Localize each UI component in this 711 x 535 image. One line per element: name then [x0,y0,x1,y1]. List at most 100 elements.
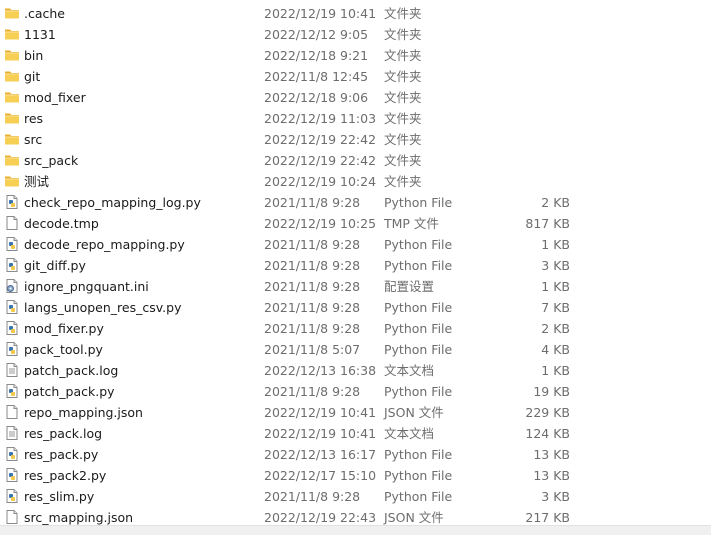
file-type: 文件夹 [384,69,422,84]
blank-file-icon [4,404,20,420]
file-type: Python File [384,489,453,504]
file-name: decode.tmp [24,216,99,231]
file-name: src_pack [24,153,79,168]
file-name: patch_pack.log [24,363,119,378]
file-date-modified: 2021/11/8 5:07 [264,342,361,357]
file-name: res [24,111,44,126]
file-date-modified: 2022/12/19 10:24 [264,174,377,189]
horizontal-scrollbar[interactable] [0,525,711,535]
file-row[interactable]: ignore_pngquant.ini 2021/11/8 9:28 配置设置 1 K… [0,276,711,297]
folder-icon [4,131,20,147]
file-name: res_pack.log [24,426,103,441]
file-row[interactable]: src_pack 2022/12/19 22:42 文件夹 [0,150,711,171]
python-file-icon [4,446,20,462]
file-date-modified: 2021/11/8 9:28 [264,237,361,252]
file-size: 3 KB [541,258,570,273]
file-row[interactable]: res_pack.log 2022/12/19 10:41 文本文档 124 KB [0,423,711,444]
file-date-modified: 2022/12/19 22:42 [264,153,377,168]
file-name: pack_tool.py [24,342,103,357]
file-date-modified: 2021/11/8 9:28 [264,300,361,315]
file-date-modified: 2021/11/8 9:28 [264,321,361,336]
file-name: langs_unopen_res_csv.py [24,300,182,315]
file-size: 3 KB [541,489,570,504]
file-row[interactable]: mod_fixer 2022/12/18 9:06 文件夹 [0,87,711,108]
file-row[interactable]: decode_repo_mapping.py 2021/11/8 9:28 Pyth… [0,234,711,255]
file-size: 1 KB [541,237,570,252]
file-name: res_pack2.py [24,468,107,483]
file-type: Python File [384,321,453,336]
file-date-modified: 2022/12/19 10:41 [264,426,377,441]
file-date-modified: 2021/11/8 9:28 [264,384,361,399]
file-date-modified: 2021/11/8 9:28 [264,258,361,273]
file-type: Python File [384,447,453,462]
file-size: 1 KB [541,279,570,294]
file-date-modified: 2021/11/8 9:28 [264,489,361,504]
folder-icon [4,110,20,126]
file-name: patch_pack.py [24,384,115,399]
file-size: 13 KB [533,447,570,462]
file-row[interactable]: decode.tmp 2022/12/19 10:25 TMP 文件 817 KB [0,213,711,234]
file-row[interactable]: res_slim.py 2021/11/8 9:28 Python File 3 KB [0,486,711,507]
file-row[interactable]: langs_unopen_res_csv.py 2021/11/8 9:28 Pyt… [0,297,711,318]
python-file-icon [4,236,20,252]
file-row[interactable]: patch_pack.log 2022/12/13 16:38 文本文档 1 KB [0,360,711,381]
file-list: .cache 2022/12/19 10:41 文件夹 1131 2022/12/12 … [0,3,711,525]
file-name: 1131 [24,27,56,42]
file-name: decode_repo_mapping.py [24,237,185,252]
file-size: 2 KB [541,195,570,210]
folder-icon [4,89,20,105]
file-type: 文件夹 [384,48,422,63]
python-file-icon [4,467,20,483]
file-row[interactable]: repo_mapping.json 2022/12/19 10:41 JSON 文件… [0,402,711,423]
file-date-modified: 2021/11/8 9:28 [264,195,361,210]
file-type: 文件夹 [384,27,422,42]
python-file-icon [4,299,20,315]
file-date-modified: 2022/12/12 9:05 [264,27,369,42]
file-type: Python File [384,258,453,273]
text-file-icon [4,362,20,378]
file-row[interactable]: mod_fixer.py 2021/11/8 9:28 Python File 2 K… [0,318,711,339]
file-name: ignore_pngquant.ini [24,279,149,294]
file-date-modified: 2022/11/8 12:45 [264,69,369,84]
folder-icon [4,47,20,63]
file-type: 文本文档 [384,426,435,441]
folder-icon [4,152,20,168]
file-type: Python File [384,300,453,315]
file-size: 7 KB [541,300,570,315]
file-name: res_slim.py [24,489,95,504]
file-date-modified: 2022/12/13 16:38 [264,363,377,378]
file-row[interactable]: bin 2022/12/18 9:21 文件夹 [0,45,711,66]
file-name: mod_fixer.py [24,321,104,336]
file-row[interactable]: check_repo_mapping_log.py 2021/11/8 9:28 P… [0,192,711,213]
blank-file-icon [4,509,20,525]
folder-icon [4,5,20,21]
file-row[interactable]: 测试 2022/12/19 10:24 文件夹 [0,171,711,192]
file-type: TMP 文件 [384,216,439,231]
file-name: src [24,132,43,147]
file-row[interactable]: git_diff.py 2021/11/8 9:28 Python File 3 KB [0,255,711,276]
file-row[interactable]: src 2022/12/19 22:42 文件夹 [0,129,711,150]
file-size: 2 KB [541,321,570,336]
file-name: .cache [24,6,65,21]
file-name: git [24,69,41,84]
file-date-modified: 2022/12/13 16:17 [264,447,377,462]
file-row[interactable]: git 2022/11/8 12:45 文件夹 [0,66,711,87]
file-type: 配置设置 [384,279,435,294]
file-name: check_repo_mapping_log.py [24,195,201,210]
file-type: Python File [384,342,453,357]
file-row[interactable]: .cache 2022/12/19 10:41 文件夹 [0,3,711,24]
file-size: 124 KB [525,426,570,441]
file-row[interactable]: res_pack2.py 2022/12/17 15:10 Python File 1… [0,465,711,486]
file-row[interactable]: pack_tool.py 2021/11/8 5:07 Python File 4 K… [0,339,711,360]
file-row[interactable]: 1131 2022/12/12 9:05 文件夹 [0,24,711,45]
folder-icon [4,68,20,84]
file-row[interactable]: patch_pack.py 2021/11/8 9:28 Python File 19… [0,381,711,402]
file-row[interactable]: res 2022/12/19 11:03 文件夹 [0,108,711,129]
file-type: Python File [384,237,453,252]
file-date-modified: 2022/12/19 11:03 [264,111,377,126]
file-size: 19 KB [533,384,570,399]
file-row[interactable]: res_pack.py 2022/12/13 16:17 Python File 13… [0,444,711,465]
file-type: Python File [384,195,453,210]
file-name: bin [24,48,44,63]
file-type: 文件夹 [384,153,422,168]
